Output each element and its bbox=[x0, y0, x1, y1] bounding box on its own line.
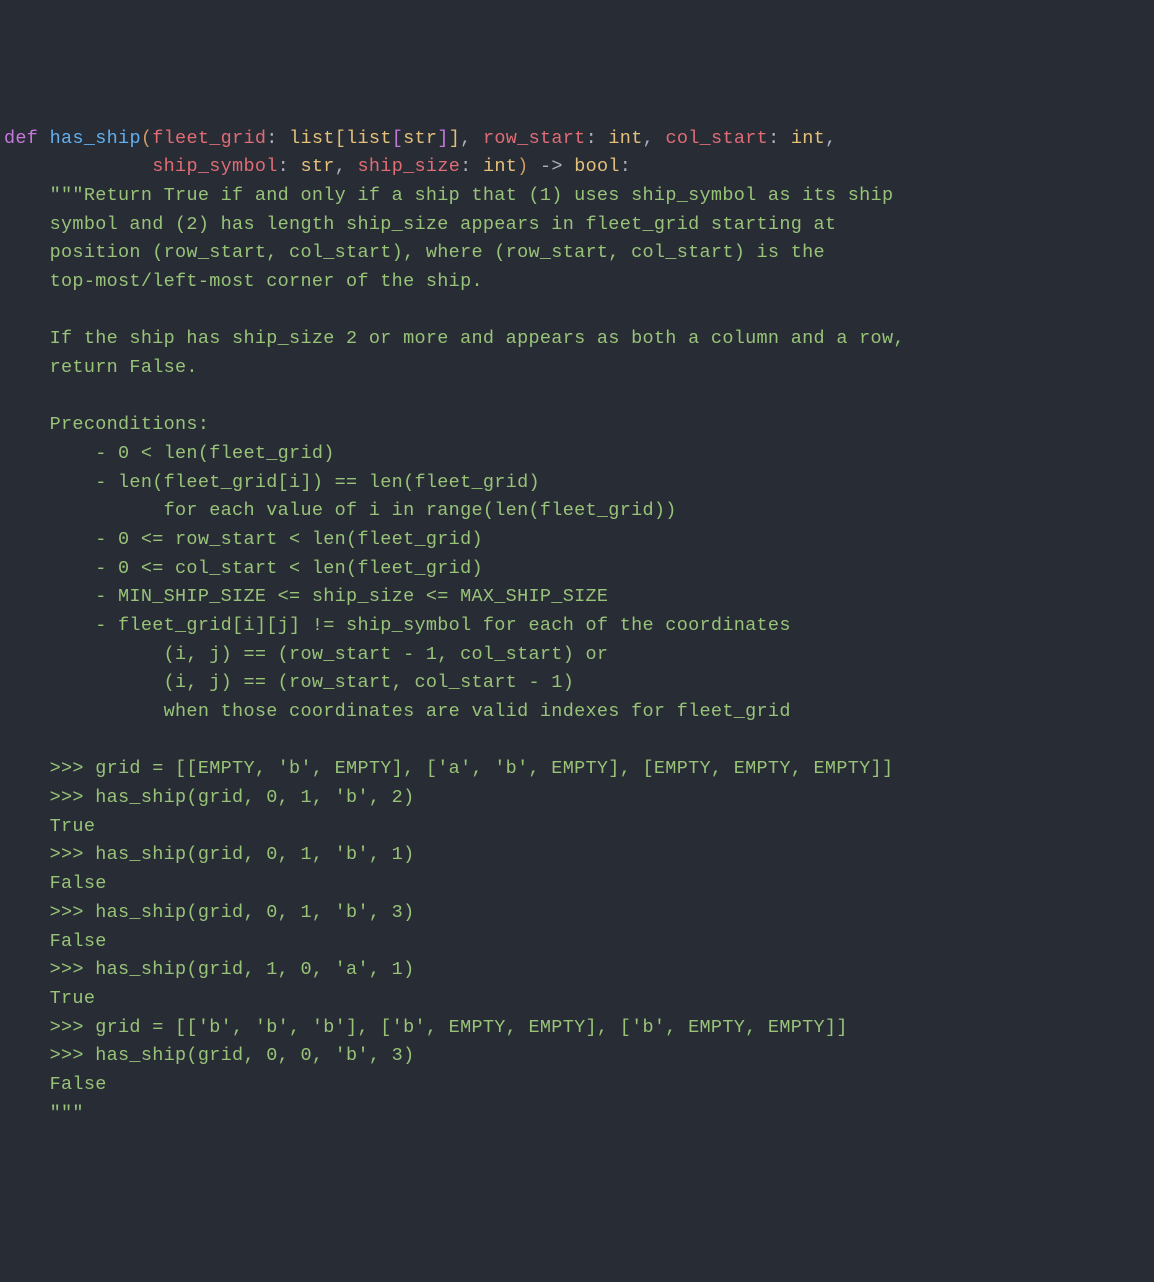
param-col-start: col_start bbox=[665, 128, 768, 149]
docstring-line: >>> has_ship(grid, 0, 1, 'b', 3) bbox=[4, 902, 414, 923]
comma: , bbox=[335, 156, 346, 177]
param-row-start: row_start bbox=[483, 128, 586, 149]
docstring-line: top-most/left-most corner of the ship. bbox=[4, 271, 483, 292]
docstring-line: - 0 <= row_start < len(fleet_grid) bbox=[4, 529, 483, 550]
docstring-line: - len(fleet_grid[i]) == len(fleet_grid) bbox=[4, 472, 540, 493]
docstring-line: - 0 <= col_start < len(fleet_grid) bbox=[4, 558, 483, 579]
docstring-line: >>> has_ship(grid, 0, 1, 'b', 2) bbox=[4, 787, 414, 808]
comma: , bbox=[460, 128, 471, 149]
docstring-line: False bbox=[4, 931, 107, 952]
paren-close: ) bbox=[517, 156, 528, 177]
docstring-line: If the ship has ship_size 2 or more and … bbox=[4, 328, 905, 349]
type-int: int bbox=[791, 128, 825, 149]
docstring-line: >>> grid = [['b', 'b', 'b'], ['b', EMPTY… bbox=[4, 1017, 848, 1038]
docstring-line: position (row_start, col_start), where (… bbox=[4, 242, 825, 263]
docstring-open: """ bbox=[50, 185, 84, 206]
type-bool: bool bbox=[574, 156, 620, 177]
colon: : bbox=[768, 128, 779, 149]
colon: : bbox=[266, 128, 277, 149]
bracket-close: ] bbox=[449, 128, 460, 149]
keyword-def: def bbox=[4, 128, 38, 149]
colon: : bbox=[278, 156, 289, 177]
paren-open: ( bbox=[141, 128, 152, 149]
docstring-line: - MIN_SHIP_SIZE <= ship_size <= MAX_SHIP… bbox=[4, 586, 608, 607]
comma: , bbox=[643, 128, 654, 149]
docstring-line: >>> has_ship(grid, 0, 0, 'b', 3) bbox=[4, 1045, 414, 1066]
docstring-line: Preconditions: bbox=[4, 414, 209, 435]
docstring-line: (i, j) == (row_start - 1, col_start) or bbox=[4, 644, 608, 665]
type-str: str bbox=[403, 128, 437, 149]
bracket-open: [ bbox=[335, 128, 346, 149]
docstring-line: >>> has_ship(grid, 1, 0, 'a', 1) bbox=[4, 959, 414, 980]
docstring-line: symbol and (2) has length ship_size appe… bbox=[4, 214, 836, 235]
docstring-line: >>> has_ship(grid, 0, 1, 'b', 1) bbox=[4, 844, 414, 865]
docstring-line: Return True if and only if a ship that (… bbox=[84, 185, 894, 206]
docstring-close: """ bbox=[4, 1103, 84, 1124]
param-ship-size: ship_size bbox=[358, 156, 461, 177]
bracket-open-inner: [ bbox=[392, 128, 403, 149]
end-colon: : bbox=[620, 156, 631, 177]
bracket-close-inner: ] bbox=[437, 128, 448, 149]
docstring-line: >>> grid = [[EMPTY, 'b', EMPTY], ['a', '… bbox=[4, 758, 893, 779]
type-list-inner: list bbox=[346, 128, 392, 149]
docstring-line: False bbox=[4, 1074, 107, 1095]
arrow: -> bbox=[540, 156, 563, 177]
function-name: has_ship bbox=[50, 128, 141, 149]
code-block: def has_ship(fleet_grid: list[list[str]]… bbox=[4, 125, 1150, 1129]
type-list: list bbox=[289, 128, 335, 149]
docstring-line: True bbox=[4, 816, 95, 837]
colon: : bbox=[586, 128, 597, 149]
type-int: int bbox=[608, 128, 642, 149]
docstring-line: True bbox=[4, 988, 95, 1009]
type-str: str bbox=[300, 156, 334, 177]
docstring-line: (i, j) == (row_start, col_start - 1) bbox=[4, 672, 574, 693]
docstring-line: - 0 < len(fleet_grid) bbox=[4, 443, 335, 464]
docstring-line: for each value of i in range(len(fleet_g… bbox=[4, 500, 677, 521]
comma: , bbox=[825, 128, 836, 149]
type-int: int bbox=[483, 156, 517, 177]
docstring-line: return False. bbox=[4, 357, 198, 378]
docstring-line: - fleet_grid[i][j] != ship_symbol for ea… bbox=[4, 615, 791, 636]
docstring-line: when those coordinates are valid indexes… bbox=[4, 701, 791, 722]
colon: : bbox=[460, 156, 471, 177]
param-ship-symbol: ship_symbol bbox=[152, 156, 277, 177]
param-fleet-grid: fleet_grid bbox=[152, 128, 266, 149]
docstring-line: False bbox=[4, 873, 107, 894]
